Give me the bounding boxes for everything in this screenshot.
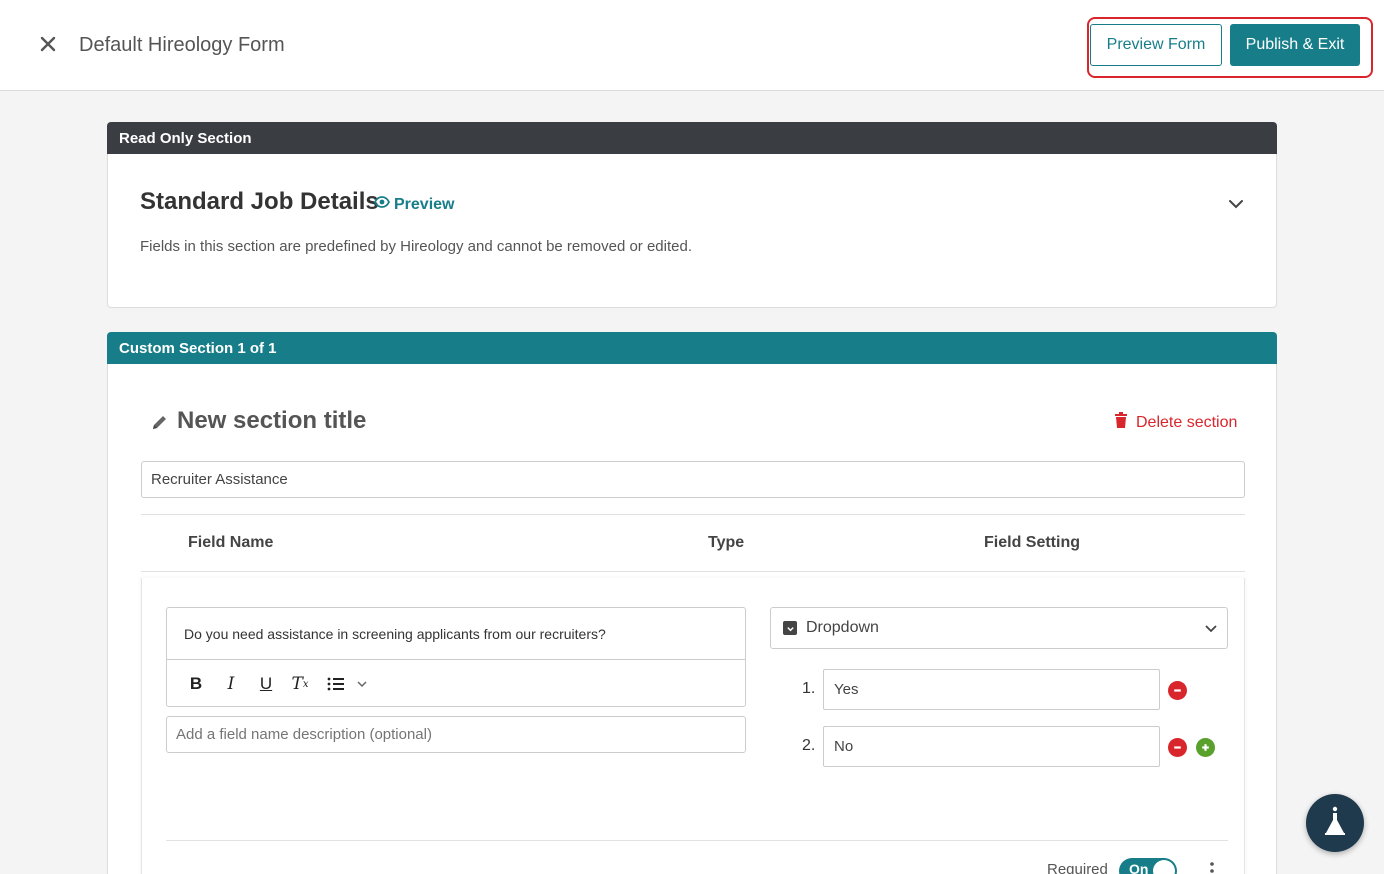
publish-exit-button[interactable]: Publish & Exit	[1230, 24, 1360, 66]
preview-link-label: Preview	[394, 195, 455, 213]
column-header-type: Type	[708, 534, 745, 551]
option-number: 1.	[802, 680, 816, 697]
top-bar: Default Hireology Form Preview Form Publ…	[0, 0, 1384, 91]
type-dropdown[interactable]: Dropdown	[770, 607, 1228, 649]
divider	[166, 840, 1228, 841]
read-only-section-body: Standard Job Details Preview Fields in t…	[107, 154, 1277, 308]
rich-text-editor[interactable]: Do you need assistance in screening appl…	[166, 607, 746, 707]
pencil-icon[interactable]	[150, 412, 170, 432]
section-description: Fields in this section are predefined by…	[140, 238, 692, 255]
minus-circle-icon[interactable]	[1168, 681, 1187, 700]
section-title-input[interactable]	[141, 461, 1245, 498]
divider	[141, 514, 1245, 515]
read-only-section-header: Read Only Section	[107, 122, 1277, 154]
list-chevron-down-icon[interactable]	[351, 672, 373, 696]
custom-section-body: New section title Delete section Field N…	[107, 364, 1277, 874]
help-fab-button[interactable]	[1306, 794, 1364, 852]
chevron-down-icon[interactable]	[1226, 194, 1246, 214]
column-header-field-name: Field Name	[188, 534, 274, 551]
plus-circle-icon[interactable]	[1196, 738, 1215, 757]
italic-icon[interactable]: I	[220, 672, 242, 696]
delete-section-label: Delete section	[1136, 413, 1238, 431]
section-title-editable[interactable]: New section title	[177, 407, 366, 435]
preview-link[interactable]: Preview	[373, 194, 455, 215]
column-header-field-setting: Field Setting	[984, 534, 1080, 551]
field-question-text[interactable]: Do you need assistance in screening appl…	[184, 626, 606, 642]
eye-icon	[373, 194, 391, 215]
close-icon[interactable]	[36, 32, 60, 56]
list-icon[interactable]	[325, 672, 347, 696]
option-number: 2.	[802, 737, 816, 754]
flask-icon	[1322, 806, 1348, 841]
required-toggle-label: On	[1129, 861, 1149, 874]
chevron-down-icon	[1203, 620, 1219, 636]
type-dropdown-value: Dropdown	[806, 619, 879, 636]
editor-toolbar: B I U Tx	[167, 659, 745, 707]
field-description-input[interactable]	[166, 716, 746, 753]
checkbox-icon	[783, 621, 797, 635]
option-input[interactable]	[823, 669, 1160, 710]
clear-format-icon[interactable]: Tx	[289, 672, 311, 696]
underline-icon[interactable]: U	[255, 672, 277, 696]
trash-icon	[1114, 412, 1128, 433]
section-title: Standard Job Details	[140, 188, 379, 215]
divider	[141, 571, 1245, 572]
bold-icon[interactable]: B	[185, 672, 207, 696]
toggle-knob	[1153, 860, 1175, 874]
kebab-menu-icon[interactable]	[1205, 861, 1219, 874]
custom-section-header: Custom Section 1 of 1	[107, 332, 1277, 364]
option-input[interactable]	[823, 726, 1160, 767]
field-card: Do you need assistance in screening appl…	[141, 578, 1245, 874]
required-label: Required	[1047, 861, 1108, 874]
required-toggle[interactable]: On	[1119, 858, 1177, 874]
preview-form-button[interactable]: Preview Form	[1090, 24, 1222, 66]
minus-circle-icon[interactable]	[1168, 738, 1187, 757]
delete-section-button[interactable]: Delete section	[1114, 412, 1237, 433]
form-title: Default Hireology Form	[79, 34, 285, 56]
